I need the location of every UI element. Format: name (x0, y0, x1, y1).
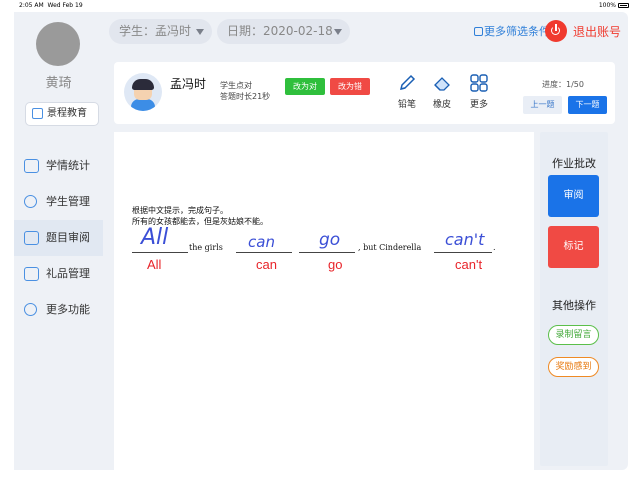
student-accuracy: 学生点对 (220, 81, 252, 90)
question-text: 根据中文提示，完成句子。 所有的女孩都能去，但是灰姑娘不能。 (132, 205, 268, 227)
chevron-down-icon (334, 29, 342, 35)
date-filter[interactable]: 日期：2020-02-18 (217, 19, 350, 44)
mark-correct-button[interactable]: 改为对 (285, 78, 325, 95)
logout-button[interactable]: 退出账号 (573, 23, 621, 40)
sidebar: 黄琦 景程教育 学情统计 学生管理 题目审阅 礼品管理 更多功能 (14, 12, 103, 470)
power-icon[interactable] (545, 20, 567, 42)
answer-duration: 答题时长21秒 (220, 92, 271, 101)
battery-indicator: 100% (599, 2, 629, 9)
more-user-icon (24, 303, 37, 316)
answer-blank (299, 252, 355, 253)
other-actions-title: 其他操作 (552, 299, 596, 312)
mark-button[interactable]: 标记 (548, 226, 599, 268)
student-filter[interactable]: 学生：孟冯时 (109, 19, 212, 44)
eraser-tool[interactable]: 橡皮 (427, 74, 457, 110)
sidebar-item-students[interactable]: 学生管理 (14, 184, 103, 220)
sidebar-item-label: 题目审阅 (46, 231, 90, 244)
grading-title: 作业批改 (552, 157, 596, 170)
sidebar-item-label: 更多功能 (46, 303, 90, 316)
handwritten-answer: can't (445, 230, 485, 249)
student-icon (24, 195, 37, 208)
student-avatar (124, 73, 162, 111)
sentence-part: the girls (189, 243, 223, 252)
sentence-part: . (493, 243, 496, 252)
handwritten-answer: All (141, 225, 169, 250)
pencil-tool[interactable]: 铅笔 (392, 74, 422, 110)
audit-button[interactable]: 审阅 (548, 175, 599, 217)
school-label: 景程教育 (47, 108, 87, 119)
correct-answer: can't (455, 257, 483, 272)
sidebar-menu: 学情统计 学生管理 题目审阅 礼品管理 更多功能 (14, 148, 103, 328)
answer-blank (434, 252, 492, 253)
avatar-shirt (131, 99, 155, 111)
review-icon (24, 231, 39, 245)
grading-panel: 作业批改 审阅 标记 其他操作 录制留言 奖励感到 (540, 132, 608, 466)
student-name: 孟冯时 (170, 77, 207, 91)
more-filters-label: 更多筛选条件 (484, 25, 550, 38)
answer-blank (132, 252, 188, 253)
sidebar-item-label: 学生管理 (46, 195, 90, 208)
filter-icon (474, 27, 483, 36)
sidebar-item-label: 学情统计 (46, 159, 90, 172)
user-avatar[interactable] (36, 22, 80, 66)
school-icon (32, 108, 43, 119)
pencil-icon (399, 74, 416, 91)
record-message-button[interactable]: 录制留言 (548, 325, 599, 345)
correct-answer: All (147, 257, 162, 272)
pencil-label: 铅笔 (397, 100, 416, 110)
status-time: 2:05 AM Wed Feb 19 (19, 2, 83, 9)
reward-button[interactable]: 奖励感到 (548, 357, 599, 377)
sidebar-item-gifts[interactable]: 礼品管理 (14, 256, 103, 292)
mark-wrong-button[interactable]: 改为错 (330, 78, 370, 95)
sentence-part: , but Cinderella (358, 243, 422, 252)
gift-icon (24, 267, 39, 281)
sidebar-item-review[interactable]: 题目审阅 (14, 220, 103, 256)
grid-icon (470, 74, 488, 92)
battery-icon (618, 3, 629, 8)
eraser-label: 橡皮 (432, 100, 451, 110)
sidebar-item-stats[interactable]: 学情统计 (14, 148, 103, 184)
more-tools[interactable]: 更多 (464, 74, 494, 110)
more-tools-label: 更多 (469, 100, 488, 110)
progress-text: 进度：1/50 (542, 80, 584, 89)
avatar-hair (132, 79, 154, 90)
answer-blank (236, 252, 292, 253)
student-card: 孟冯时 学生点对 答题时长21秒 改为对 改为错 铅笔 橡皮 更多 进度：1/5… (114, 62, 615, 124)
student-meta: 学生点对 答题时长21秒 (220, 80, 270, 102)
handwritten-answer: can (248, 233, 275, 251)
student-filter-label: 学生：孟冯时 (119, 24, 192, 38)
stats-icon (24, 159, 39, 173)
handwritten-answer: go (319, 230, 341, 250)
user-name: 黄琦 (45, 76, 72, 91)
prev-question-button[interactable]: 上一题 (523, 96, 562, 114)
question-canvas[interactable]: 根据中文提示，完成句子。 所有的女孩都能去，但是灰姑娘不能。 the girls… (114, 132, 534, 470)
date-filter-label: 日期：2020-02-18 (227, 24, 333, 38)
chevron-down-icon (196, 29, 204, 35)
sidebar-item-label: 礼品管理 (46, 267, 90, 280)
sidebar-item-more[interactable]: 更多功能 (14, 292, 103, 328)
question-instruction: 根据中文提示，完成句子。 (132, 206, 228, 215)
status-bar: 2:05 AM Wed Feb 19 100% (0, 0, 643, 12)
correct-answer: go (328, 257, 343, 272)
correct-answer: can (256, 257, 277, 272)
school-selector[interactable]: 景程教育 (25, 102, 99, 126)
next-question-button[interactable]: 下一题 (568, 96, 607, 114)
more-filters-button[interactable]: 更多筛选条件 (474, 23, 550, 39)
eraser-icon (434, 77, 450, 91)
